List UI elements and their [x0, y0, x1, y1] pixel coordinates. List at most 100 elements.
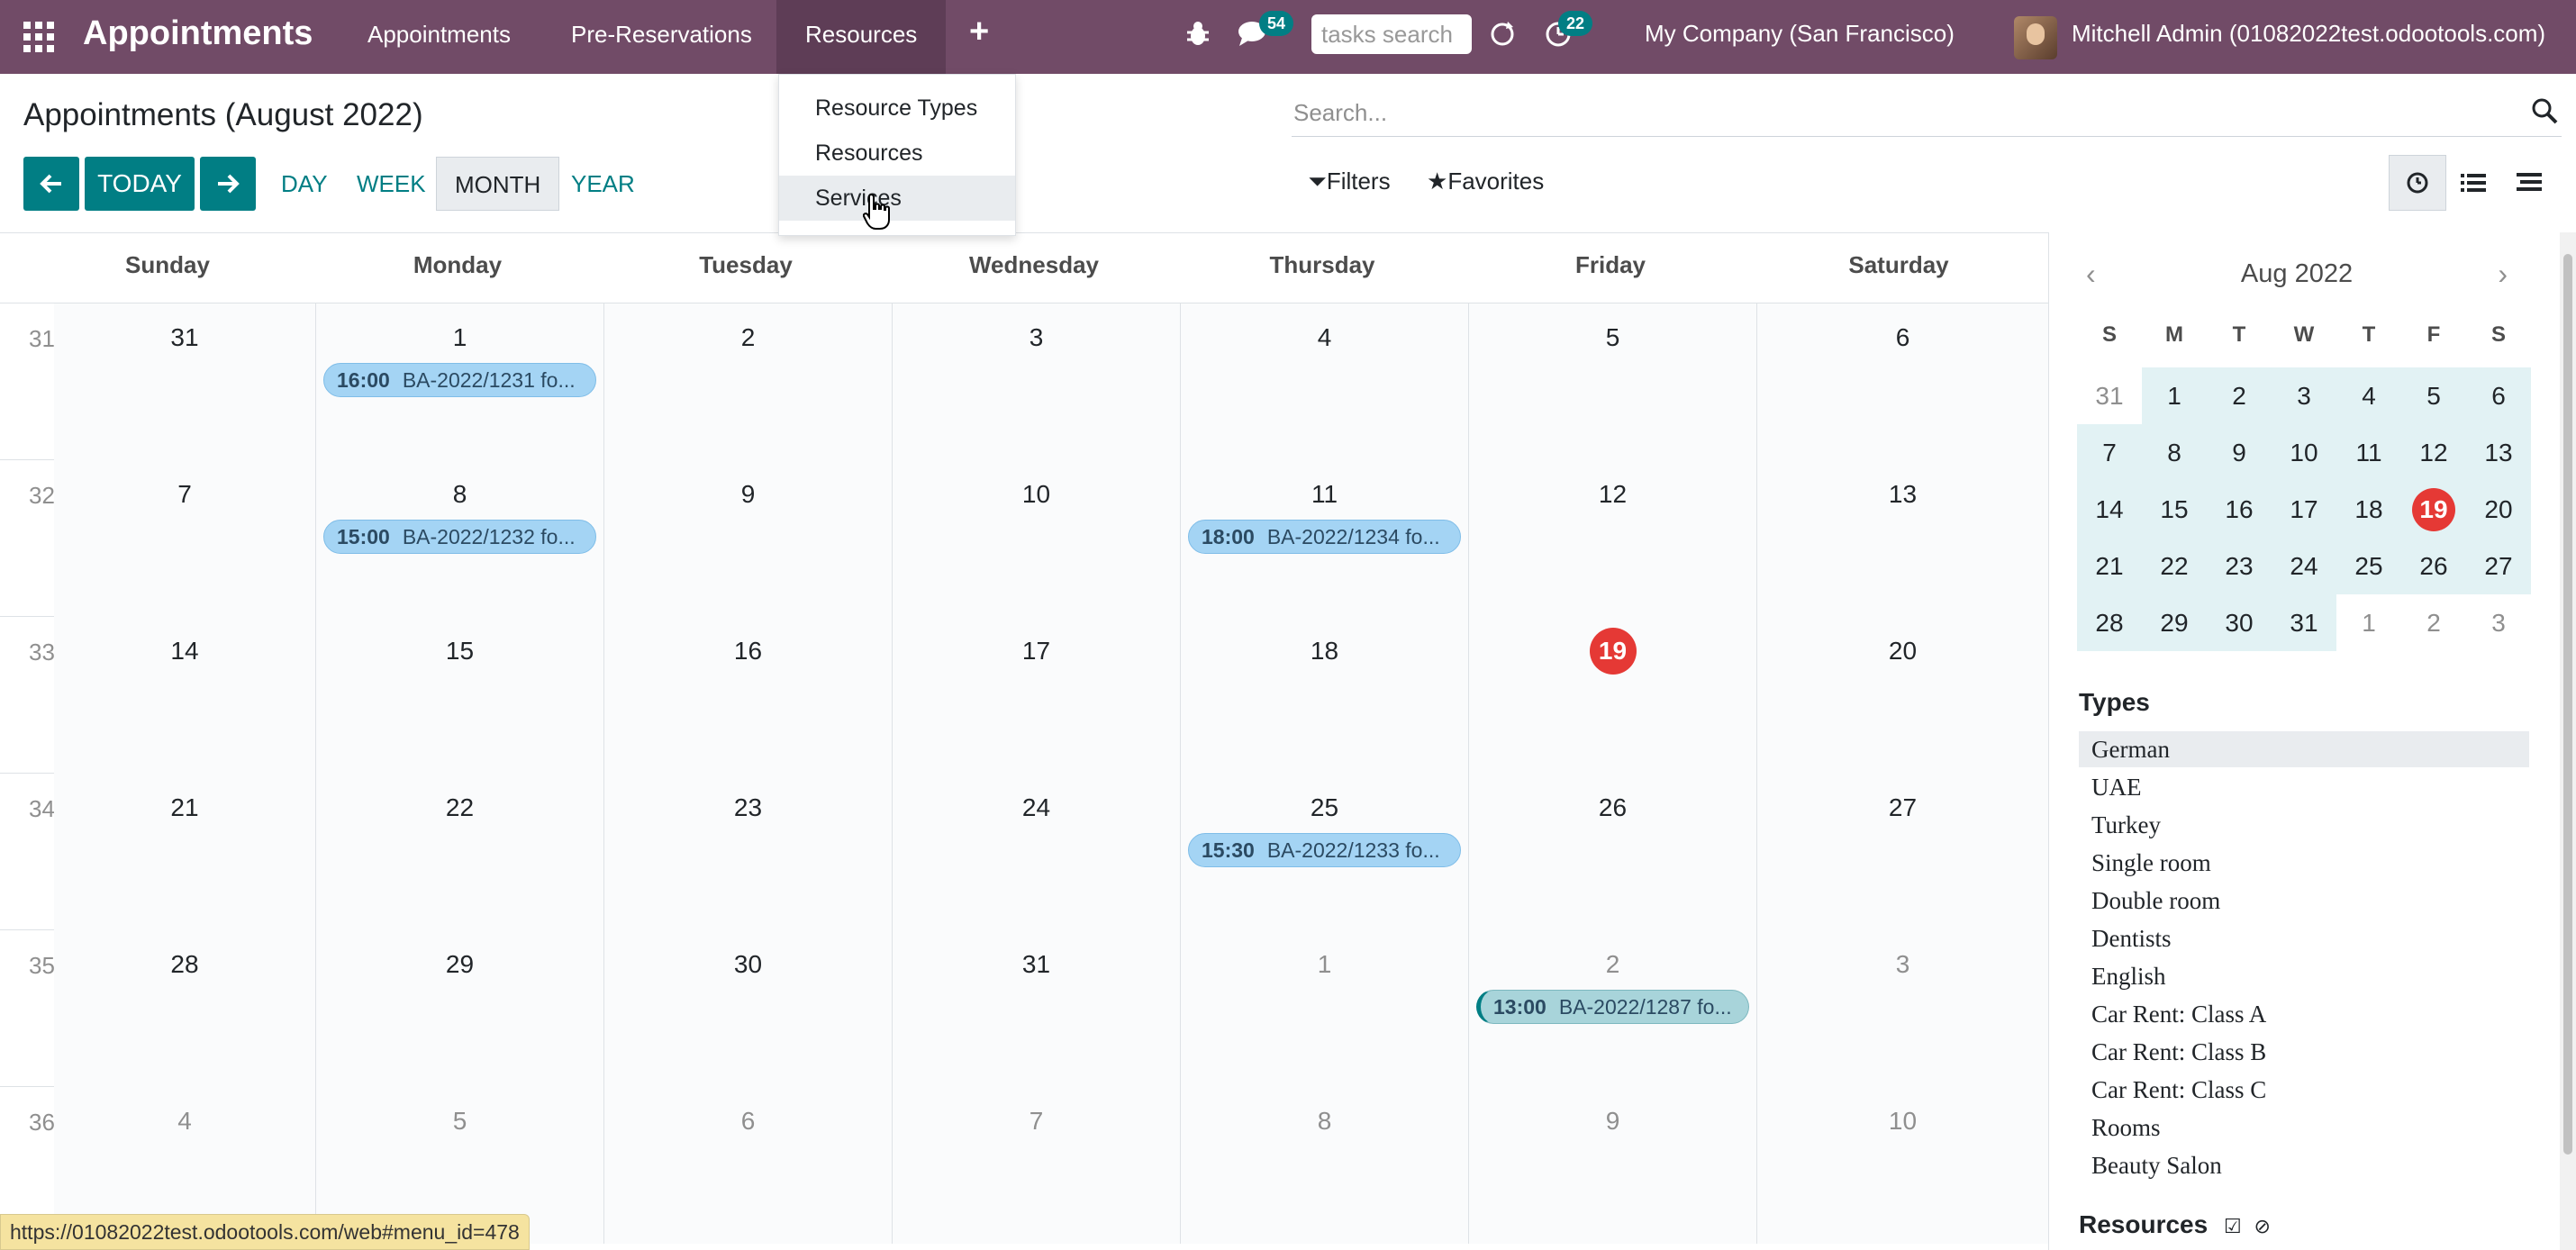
calendar-event[interactable]: 15:30 BA-2022/1233 fo...: [1188, 833, 1461, 867]
mini-day[interactable]: 4: [2336, 367, 2401, 424]
day-cell[interactable]: 10: [892, 460, 1180, 617]
mini-day[interactable]: 25: [2336, 538, 2401, 594]
mini-day[interactable]: 30: [2207, 594, 2272, 651]
mini-day[interactable]: 23: [2207, 538, 2272, 594]
day-cell[interactable]: 30: [603, 930, 892, 1087]
day-cell[interactable]: 14: [54, 617, 315, 774]
mini-day[interactable]: 9: [2207, 424, 2272, 481]
type-item[interactable]: Dentists: [2079, 920, 2529, 956]
scale-week-button[interactable]: WEEK: [339, 157, 444, 211]
user-menu[interactable]: Mitchell Admin (01082022test.odootools.c…: [2072, 20, 2545, 48]
day-cell[interactable]: 2 13:00 BA-2022/1287 fo...: [1468, 930, 1756, 1087]
mini-day[interactable]: 29: [2142, 594, 2207, 651]
calendar-event[interactable]: 15:00 BA-2022/1232 fo...: [323, 520, 596, 554]
mini-day[interactable]: 1: [2142, 367, 2207, 424]
mini-day[interactable]: 10: [2272, 424, 2336, 481]
search-input[interactable]: Search...: [1293, 99, 1387, 127]
mini-day[interactable]: 2: [2207, 367, 2272, 424]
mini-day[interactable]: 17: [2272, 481, 2336, 538]
day-cell[interactable]: 23: [603, 774, 892, 930]
calendar-event[interactable]: 16:00 BA-2022/1231 fo...: [323, 363, 596, 397]
day-cell[interactable]: 7: [892, 1087, 1180, 1244]
mini-day[interactable]: 28: [2077, 594, 2142, 651]
day-cell[interactable]: 8: [1180, 1087, 1468, 1244]
day-cell[interactable]: 22: [315, 774, 603, 930]
scale-day-button[interactable]: DAY: [263, 157, 346, 211]
check-all-icon[interactable]: ☑: [2224, 1215, 2242, 1237]
day-cell[interactable]: 5: [1468, 303, 1756, 460]
mini-day[interactable]: 1: [2336, 594, 2401, 651]
mini-day[interactable]: 31: [2077, 367, 2142, 424]
mini-day[interactable]: 8: [2142, 424, 2207, 481]
day-cell[interactable]: 31: [54, 303, 315, 460]
dropdown-item-resource-types[interactable]: Resource Types: [779, 86, 1015, 131]
day-cell[interactable]: 6: [1756, 303, 2048, 460]
type-item[interactable]: Double room: [2079, 883, 2529, 919]
day-cell[interactable]: 3: [1756, 930, 2048, 1087]
mini-day[interactable]: 3: [2272, 367, 2336, 424]
day-cell[interactable]: 27: [1756, 774, 2048, 930]
previous-button[interactable]: [23, 157, 79, 211]
refresh-icon[interactable]: [1488, 20, 1517, 55]
scale-year-button[interactable]: YEAR: [553, 157, 653, 211]
filters-button[interactable]: ⏷Filters: [1308, 168, 1391, 196]
search-bar[interactable]: Search...: [1292, 90, 2562, 137]
favorites-button[interactable]: ★Favorites: [1427, 168, 1544, 195]
day-cell[interactable]: 25 15:30 BA-2022/1233 fo...: [1180, 774, 1468, 930]
today-button[interactable]: TODAY: [85, 157, 195, 211]
day-cell[interactable]: 6: [603, 1087, 892, 1244]
type-item[interactable]: Turkey: [2079, 807, 2529, 843]
day-cell[interactable]: 15: [315, 617, 603, 774]
menu-resources[interactable]: Resources: [776, 0, 947, 74]
calendar-event[interactable]: 13:00 BA-2022/1287 fo...: [1476, 990, 1749, 1024]
mini-day[interactable]: 14: [2077, 481, 2142, 538]
mini-day[interactable]: 5: [2401, 367, 2466, 424]
day-cell[interactable]: 4: [1180, 303, 1468, 460]
calendar-event[interactable]: 18:00 BA-2022/1234 fo...: [1188, 520, 1461, 554]
type-item[interactable]: Car Rent: Class C: [2079, 1072, 2529, 1108]
mini-day[interactable]: 6: [2466, 367, 2531, 424]
tasks-search-input[interactable]: tasks search: [1311, 14, 1472, 54]
chevron-right-icon[interactable]: ›: [2498, 258, 2508, 291]
day-cell[interactable]: 31: [892, 930, 1180, 1087]
mini-day[interactable]: 22: [2142, 538, 2207, 594]
type-item[interactable]: English: [2079, 958, 2529, 994]
day-cell[interactable]: 1: [1180, 930, 1468, 1087]
mini-day[interactable]: 7: [2077, 424, 2142, 481]
mini-day[interactable]: 27: [2466, 538, 2531, 594]
day-cell[interactable]: 3: [892, 303, 1180, 460]
dropdown-item-services[interactable]: Services: [779, 176, 1015, 221]
mini-day[interactable]: 12: [2401, 424, 2466, 481]
activity-view-button[interactable]: [2389, 155, 2446, 211]
day-cell[interactable]: 2: [603, 303, 892, 460]
mini-day[interactable]: 16: [2207, 481, 2272, 538]
avatar[interactable]: [2014, 16, 2057, 59]
company-switcher[interactable]: My Company (San Francisco): [1645, 20, 1955, 48]
day-cell[interactable]: 17: [892, 617, 1180, 774]
mini-day[interactable]: 26: [2401, 538, 2466, 594]
plus-icon[interactable]: +: [969, 13, 989, 51]
mini-day[interactable]: 11: [2336, 424, 2401, 481]
clear-icon[interactable]: ⊘: [2254, 1215, 2270, 1237]
day-cell[interactable]: 20: [1756, 617, 2048, 774]
day-cell[interactable]: 11 18:00 BA-2022/1234 fo...: [1180, 460, 1468, 617]
day-cell[interactable]: 16: [603, 617, 892, 774]
day-cell[interactable]: 21: [54, 774, 315, 930]
type-item[interactable]: Rooms: [2079, 1110, 2529, 1146]
mini-day[interactable]: 19: [2401, 481, 2466, 538]
mini-day[interactable]: 20: [2466, 481, 2531, 538]
type-item[interactable]: Car Rent: Class A: [2079, 996, 2529, 1032]
day-cell[interactable]: 9: [1468, 1087, 1756, 1244]
mini-day[interactable]: 2: [2401, 594, 2466, 651]
dropdown-item-resources[interactable]: Resources: [779, 131, 1015, 176]
sidebar-scrollbar[interactable]: [2560, 232, 2576, 1250]
list-view-button[interactable]: [2444, 155, 2502, 211]
menu-appointments[interactable]: Appointments: [339, 0, 540, 74]
day-cell[interactable]: 29: [315, 930, 603, 1087]
bug-icon[interactable]: [1185, 20, 1211, 55]
day-cell[interactable]: 7: [54, 460, 315, 617]
type-item[interactable]: Beauty Salon: [2079, 1147, 2529, 1183]
type-item[interactable]: Single room: [2079, 845, 2529, 881]
day-cell[interactable]: 24: [892, 774, 1180, 930]
type-item[interactable]: Car Rent: Class B: [2079, 1034, 2529, 1070]
